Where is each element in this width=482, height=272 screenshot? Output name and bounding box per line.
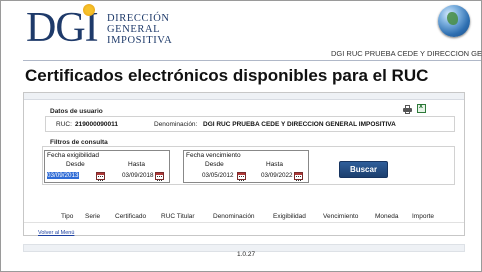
exigibilidad-group: Fecha exigibilidad Desde Hasta 03/09/201… (44, 150, 170, 183)
printer-tray-shape (405, 111, 410, 114)
org-name-line2: GENERAL (107, 24, 161, 35)
vencimiento-desde-label: Desde (205, 161, 224, 168)
denominacion-label: Denominación: (154, 121, 198, 128)
calendar-icon[interactable] (294, 172, 303, 181)
page-frame: DGI DIRECCIÓN GENERAL IMPOSITIVA DGI RUC… (0, 0, 482, 272)
header-user-name: DGI RUC PRUEBA CEDE Y DIRECCION GENE (331, 49, 482, 58)
col-header-ruc-titular[interactable]: RUC Titular (161, 213, 195, 220)
ruc-value: 219000090011 (75, 121, 119, 128)
org-name-line1: DIRECCIÓN (107, 13, 170, 24)
search-button[interactable]: Buscar (339, 161, 388, 178)
filters-title: Filtros de consulta (50, 139, 108, 146)
table-header-divider (24, 222, 464, 223)
exigibilidad-desde-input[interactable]: 03/09/2013 (47, 171, 79, 180)
vencimiento-caption: Fecha vencimiento (186, 152, 241, 159)
vencimiento-hasta-label: Hasta (266, 161, 283, 168)
exigibilidad-hasta-input[interactable]: 03/09/2018 (122, 171, 154, 180)
user-data-title: Datos de usuario (50, 108, 103, 115)
exigibilidad-hasta-label: Hasta (128, 161, 145, 168)
col-header-exigibilidad[interactable]: Exigibilidad (273, 213, 306, 220)
page-title: Certificados electrónicos disponibles pa… (25, 66, 429, 85)
ruc-label: RUC: (56, 121, 72, 128)
org-name: DIRECCIÓN GENERAL IMPOSITIVA (107, 13, 172, 46)
excel-export-icon[interactable] (417, 103, 426, 113)
exigibilidad-desde-value: 03/09/2013 (47, 172, 79, 179)
denominacion-value: DGI RUC PRUEBA CEDE Y DIRECCION GENERAL … (203, 121, 396, 128)
col-header-tipo[interactable]: Tipo (61, 213, 73, 220)
exigibilidad-desde-label: Desde (66, 161, 85, 168)
exigibilidad-caption: Fecha exigibilidad (47, 152, 100, 159)
col-header-moneda[interactable]: Moneda (375, 213, 399, 220)
vencimiento-desde-input[interactable]: 03/05/2012 (202, 171, 234, 180)
vencimiento-hasta-input[interactable]: 03/09/2022 (261, 171, 293, 180)
calendar-icon[interactable] (96, 172, 105, 181)
col-header-importe[interactable]: Importe (412, 213, 434, 220)
calendar-icon[interactable] (155, 172, 164, 181)
header-divider (23, 60, 481, 61)
col-header-serie[interactable]: Serie (85, 213, 100, 220)
user-data-fieldset: RUC: 219000090011 Denominación: DGI RUC … (45, 116, 455, 132)
col-header-certificado[interactable]: Certificado (115, 213, 146, 220)
globe-icon (438, 5, 470, 37)
calendar-icon[interactable] (237, 172, 246, 181)
panel-top-bar (24, 93, 464, 100)
printer-icon[interactable] (403, 105, 412, 114)
org-name-line3: IMPOSITIVA (107, 35, 173, 46)
sun-logo-icon (83, 4, 95, 16)
back-to-menu-link[interactable]: Volver al Menú (38, 230, 74, 236)
col-header-vencimiento[interactable]: Vencimiento (323, 213, 358, 220)
version-label: 1.0.27 (237, 251, 256, 258)
col-header-denominacion[interactable]: Denominación (213, 213, 255, 220)
vencimiento-group: Fecha vencimiento Desde Hasta 03/05/2012… (183, 150, 309, 183)
